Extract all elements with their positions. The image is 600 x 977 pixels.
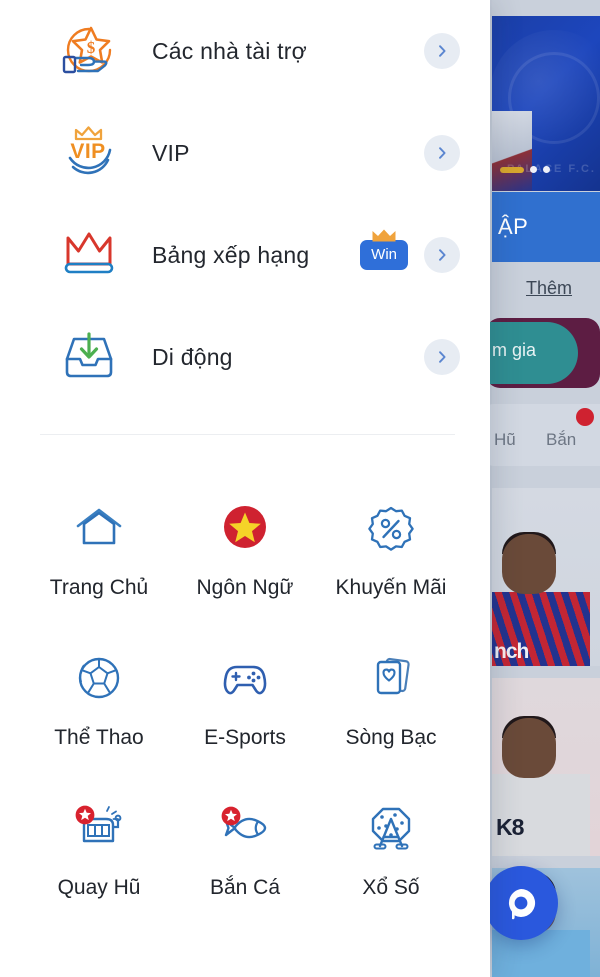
join-pill-label: m gia <box>492 340 537 360</box>
svg-text:$: $ <box>87 38 96 57</box>
grid-item-label: Ngôn Ngữ <box>196 576 294 599</box>
grid-item-label: Xổ Số <box>362 876 420 899</box>
gamepad-icon <box>217 651 273 707</box>
chevron-right-icon[interactable] <box>424 33 460 69</box>
background-player-photo: nch <box>492 488 600 666</box>
background-chip-label-right: Bắn <box>546 430 577 449</box>
grid-item-slots[interactable]: Quay Hũ <box>26 797 172 933</box>
menu-item-label: Bảng xếp hạng <box>152 241 310 268</box>
background-join-card[interactable]: m gia <box>486 318 600 388</box>
lottery-machine-icon <box>363 801 419 857</box>
chevron-right-icon[interactable] <box>424 237 460 273</box>
chevron-right-icon[interactable] <box>424 135 460 171</box>
grid-item-language[interactable]: Ngôn Ngữ <box>172 497 318 633</box>
grid-item-esports[interactable]: E-Sports <box>172 647 318 783</box>
side-drawer-panel: $ Các nhà tài trợ VIP VIP Bảng xếp hạng … <box>0 0 490 977</box>
home-icon <box>71 501 127 557</box>
grid-item-lottery[interactable]: Xổ Số <box>318 797 464 933</box>
slot-machine-icon <box>71 801 127 857</box>
grid-item-fishing[interactable]: Bắn Cá <box>172 797 318 933</box>
svg-text:VIP: VIP <box>70 140 105 163</box>
grid-item-label: Trang Chủ <box>49 576 149 599</box>
crown-trophy-icon <box>56 222 122 288</box>
grid-item-promotions[interactable]: Khuyến Mãi <box>318 497 464 633</box>
quick-links-grid: Trang Chủ Ngôn Ngữ Khuyến Mãi Thể Thao E… <box>0 435 490 933</box>
fish-icon <box>217 801 273 857</box>
app-root: PALACE F.C. ẬP Thêm m gia Hũ Bắn nch K8 … <box>0 0 600 977</box>
menu-item-label: VIP <box>152 139 190 166</box>
menu-item-label: Các nhà tài trợ <box>152 37 307 64</box>
hand-star-dollar-icon: $ <box>56 18 122 84</box>
grid-item-label: Quay Hũ <box>57 876 141 899</box>
background-more-link[interactable]: Thêm <box>526 278 572 299</box>
chat-bubble-icon <box>508 888 536 920</box>
menu-item-mobile[interactable]: Di động <box>0 306 490 408</box>
menu-item-label: Di động <box>152 343 233 370</box>
background-chip-label-left: Hũ <box>494 430 516 449</box>
banner-carousel-dots[interactable] <box>500 166 550 173</box>
jersey-sponsor-text: nch <box>494 640 529 663</box>
drawer-menu-list: $ Các nhà tài trợ VIP VIP Bảng xếp hạng … <box>0 0 490 408</box>
vietnam-flag-icon <box>217 501 273 557</box>
carousel-dot-active[interactable] <box>500 166 524 173</box>
carousel-dot[interactable] <box>543 166 550 173</box>
win-badge-label: Win <box>360 240 408 270</box>
win-badge: Win <box>360 229 408 270</box>
banner-player-figure <box>492 111 532 191</box>
soccer-ball-icon <box>71 651 127 707</box>
grid-item-label: Thể Thao <box>54 726 144 749</box>
chevron-right-icon[interactable] <box>424 339 460 375</box>
carousel-dot[interactable] <box>530 166 537 173</box>
menu-item-sponsors[interactable]: $ Các nhà tài trợ <box>0 0 490 102</box>
promo-percent-badge-icon <box>363 501 419 557</box>
playing-cards-heart-icon <box>363 651 419 707</box>
background-cta-band[interactable]: ẬP <box>492 192 600 262</box>
menu-item-leaderboard[interactable]: Bảng xếp hạng Win <box>0 204 490 306</box>
grid-item-label: E-Sports <box>204 726 286 749</box>
background-chip-badge-icon <box>576 408 594 426</box>
grid-item-casino[interactable]: Sòng Bạc <box>318 647 464 783</box>
download-tray-icon <box>56 324 122 390</box>
vip-crown-icon: VIP <box>56 120 122 186</box>
menu-item-vip[interactable]: VIP VIP <box>0 102 490 204</box>
player-head <box>502 534 556 594</box>
background-player-photo: K8 <box>492 678 600 856</box>
chat-support-button[interactable] <box>484 866 558 940</box>
grid-item-home[interactable]: Trang Chủ <box>26 497 172 633</box>
grid-item-sports[interactable]: Thể Thao <box>26 647 172 783</box>
background-hero-banner[interactable]: PALACE F.C. <box>492 16 600 191</box>
background-category-chips[interactable]: Hũ Bắn <box>480 404 600 466</box>
grid-item-label: Khuyến Mãi <box>335 576 447 599</box>
grid-item-label: Bắn Cá <box>209 876 281 899</box>
player-head <box>502 718 556 778</box>
grid-item-label: Sòng Bạc <box>345 726 437 749</box>
badge-crown-icon <box>372 229 396 242</box>
jersey-sponsor-text: K8 <box>496 814 524 840</box>
